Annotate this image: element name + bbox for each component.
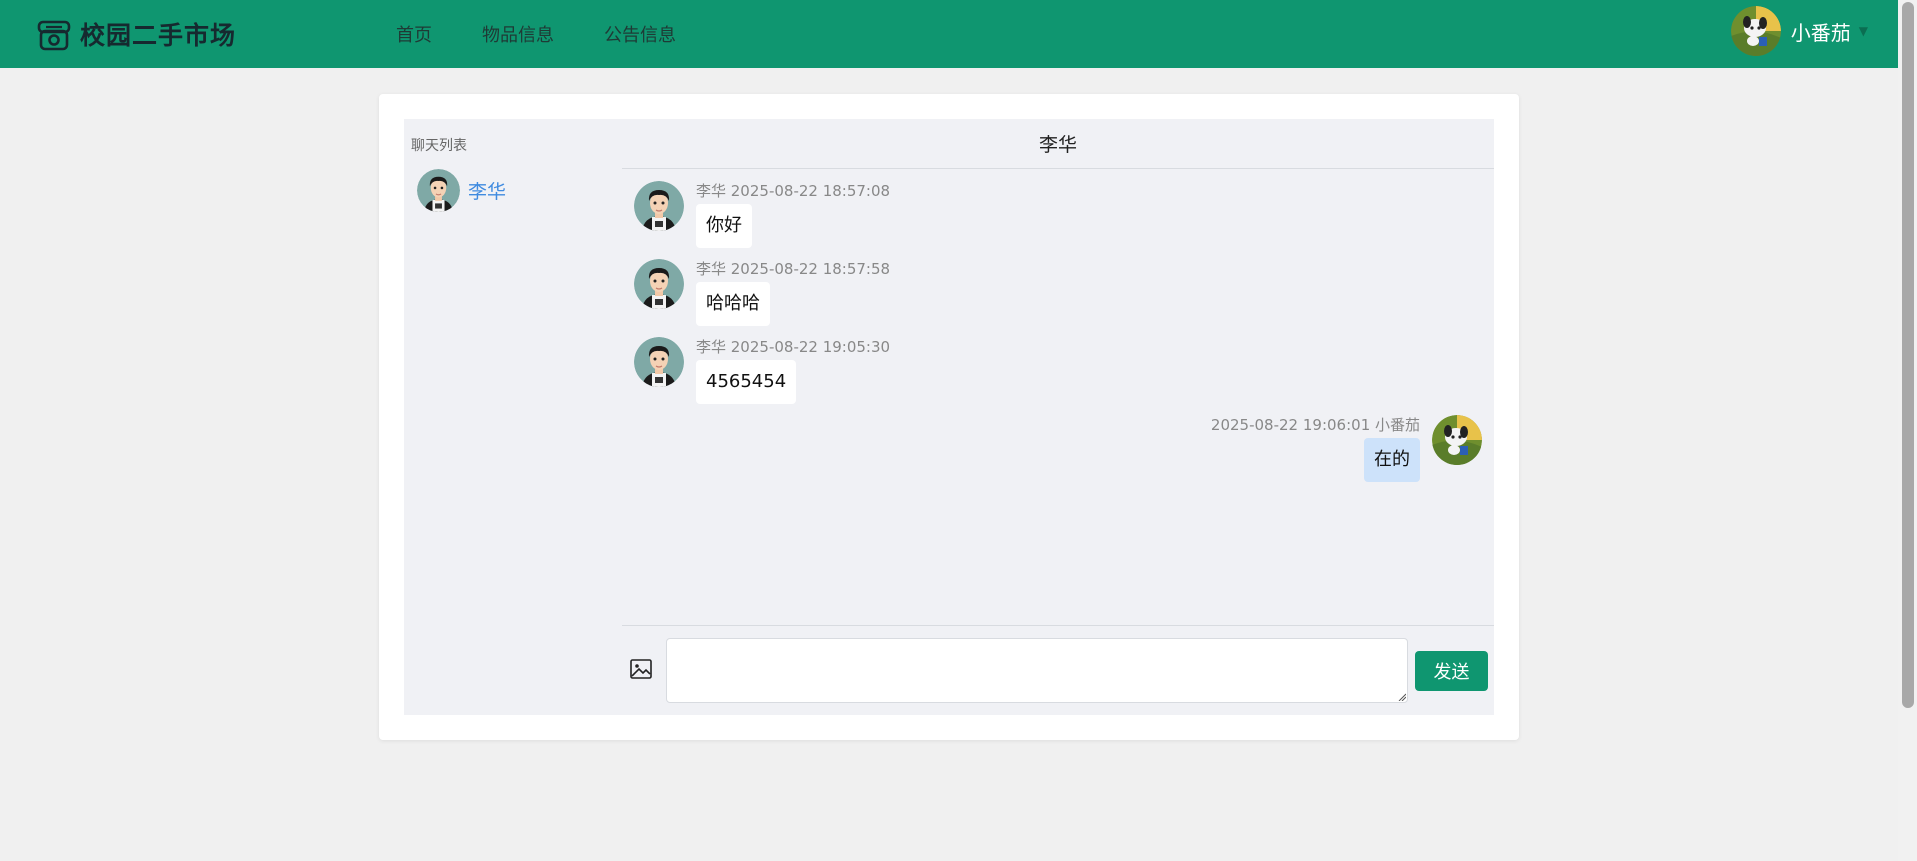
contact-item[interactable]: 李华: [417, 169, 506, 212]
message: 2025-08-22 19:06:01 小番茄 在的: [1199, 415, 1482, 482]
message-bubble: 你好: [696, 204, 752, 248]
user-avatar: [1731, 6, 1781, 56]
sender-avatar[interactable]: [634, 259, 684, 309]
my-avatar[interactable]: [1432, 415, 1482, 465]
message-composer: 发送: [622, 626, 1494, 714]
chat-list-title: 聊天列表: [411, 138, 467, 154]
message-bubble: 哈哈哈: [696, 282, 770, 326]
message-bubble: 在的: [1364, 438, 1420, 482]
message: 李华 2025-08-22 18:57:08 你好: [634, 181, 902, 248]
sender-avatar[interactable]: [634, 181, 684, 231]
scrollbar-thumb[interactable]: [1902, 2, 1914, 708]
chat-card: 聊天列表 李华 李华 李华 2025-08-22 18:57:08 你好 李华 …: [379, 94, 1519, 740]
user-menu[interactable]: 小番茄 ▼: [1731, 6, 1868, 56]
chat-panel: 李华 李华 2025-08-22 18:57:08 你好 李华 2025-08-…: [622, 119, 1494, 715]
user-name: 小番茄: [1790, 20, 1851, 45]
contact-name: 李华: [468, 181, 507, 203]
chevron-down-icon: ▼: [1858, 24, 1868, 38]
brand-title: 校园二手市场: [80, 21, 237, 50]
shop-bag-icon: [37, 20, 71, 51]
message-input[interactable]: [666, 638, 1408, 703]
message-meta: 李华 2025-08-22 18:57:58: [696, 260, 891, 278]
send-button[interactable]: 发送: [1415, 651, 1488, 691]
chat-title: 李华: [622, 119, 1494, 169]
message: 李华 2025-08-22 18:57:58 哈哈哈: [634, 259, 902, 326]
image-upload-icon[interactable]: [629, 657, 653, 681]
sender-avatar[interactable]: [634, 337, 684, 387]
message-meta: 2025-08-22 19:06:01 小番茄: [1210, 416, 1420, 434]
contact-avatar: [417, 169, 460, 212]
message-list[interactable]: 李华 2025-08-22 18:57:08 你好 李华 2025-08-22 …: [622, 169, 1494, 626]
message-bubble: 4565454: [696, 360, 797, 404]
page-scrollbar[interactable]: [1898, 0, 1917, 861]
resize-grip-icon[interactable]: [1398, 693, 1406, 701]
brand[interactable]: 校园二手市场: [36, 16, 236, 52]
message-meta: 李华 2025-08-22 19:05:30: [696, 338, 891, 356]
top-navbar: 校园二手市场 首页 物品信息 公告信息 小番茄 ▼: [0, 0, 1898, 68]
message: 李华 2025-08-22 19:05:30 4565454: [634, 337, 902, 404]
message-meta: 李华 2025-08-22 18:57:08: [696, 182, 891, 200]
nav-items-info[interactable]: 物品信息: [482, 21, 554, 47]
nav-home[interactable]: 首页: [396, 21, 432, 47]
chat-list-sidebar: 聊天列表 李华: [404, 119, 622, 715]
nav-announcements[interactable]: 公告信息: [604, 21, 676, 47]
main-nav: 首页 物品信息 公告信息: [396, 21, 726, 47]
